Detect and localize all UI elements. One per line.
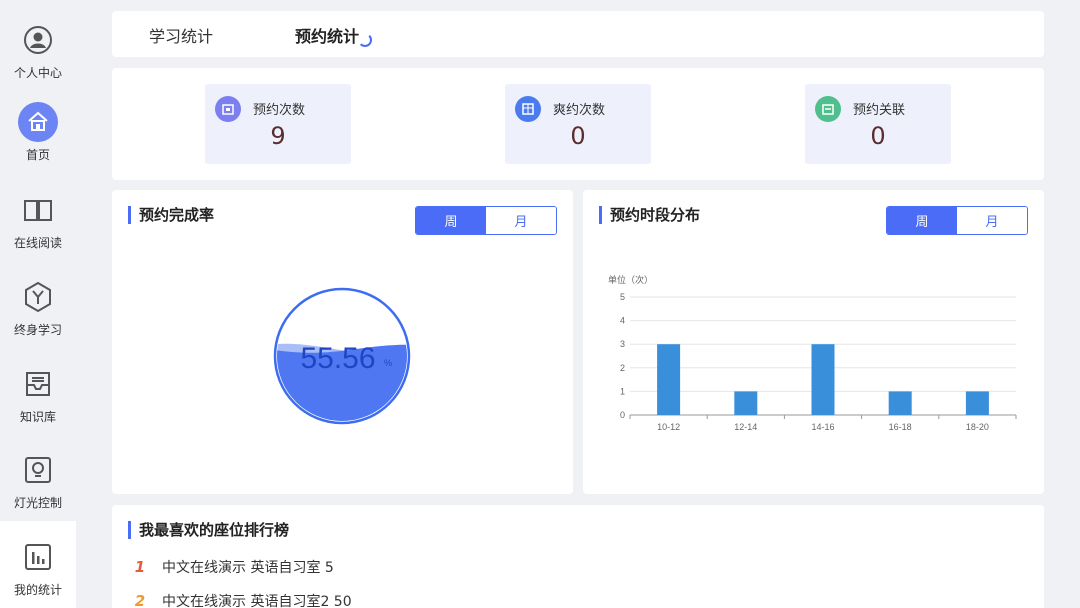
list-item[interactable]: 1 中文在线演示 英语自习室 5 (130, 557, 334, 577)
stat-title: 爽约次数 (553, 103, 606, 118)
stat-title: 预约次数 (253, 103, 306, 118)
book-icon (18, 190, 58, 230)
bar[interactable] (888, 391, 912, 415)
stats-summary: 预约次数 9 爽约次数 0 预约关联 0 (112, 68, 1044, 180)
learning-icon (18, 277, 58, 317)
sidebar: 个人中心 首页 在线阅读 终身学习 知识库 灯光控制 我的统计 (0, 0, 76, 608)
x-tick-label: 10-12 (657, 422, 680, 432)
stat-title: 预约关联 (853, 103, 906, 118)
time-distribution-panel: 预约时段分布 周 月 单位（次） 0 1 2 3 4 5 10-12 12-14 14-16 16… (583, 190, 1044, 494)
y-tick-label: 0 (620, 410, 625, 420)
sidebar-item-label: 在线阅读 (13, 236, 62, 250)
sidebar-item-my-stats[interactable]: 我的统计 (0, 521, 76, 608)
y-tick-label: 3 (620, 339, 625, 349)
seat-name: 中文在线演示 英语自习室2 50 (162, 594, 352, 608)
stat-no-show-count: 爽约次数 0 (505, 84, 651, 164)
rank-1-medal-icon: 1 (134, 558, 146, 576)
sidebar-item-knowledge-base[interactable]: 知识库 (0, 362, 76, 448)
list-item[interactable]: 2 中文在线演示 英语自习室2 50 (130, 591, 352, 608)
sidebar-item-personal-center[interactable]: 个人中心 (0, 18, 76, 104)
completion-rate-panel: 预约完成率 周 月 55.56 % (112, 190, 573, 494)
bar[interactable] (965, 391, 989, 415)
sidebar-item-lifelong-learning[interactable]: 终身学习 (0, 275, 76, 361)
rank-2-medal-icon: 2 (134, 592, 146, 608)
sidebar-item-label: 首页 (25, 148, 50, 162)
bar-chart-icon (18, 537, 58, 577)
sidebar-item-label: 我的统计 (13, 583, 62, 597)
bulb-icon (18, 450, 58, 490)
liquid-gauge: 55.56 % (273, 287, 411, 425)
loading-spinner-icon (358, 33, 372, 47)
knowledge-box-icon (18, 364, 58, 404)
sidebar-item-label: 个人中心 (13, 66, 62, 80)
stat-reservation-link: 预约关联 0 (805, 84, 951, 164)
x-tick-label: 12-14 (734, 422, 757, 432)
x-tick-label: 16-18 (889, 422, 912, 432)
tab-study-stats[interactable]: 学习统计 (149, 23, 213, 47)
tab-reservation-stats[interactable]: 预约统计 (295, 23, 359, 47)
stat-value: 0 (870, 122, 886, 150)
home-icon (18, 102, 58, 142)
bar[interactable] (657, 344, 681, 415)
bar[interactable] (811, 344, 835, 415)
y-axis-label: 单位（次） (608, 274, 653, 286)
user-icon (18, 20, 58, 60)
x-tick-label: 14-16 (811, 422, 834, 432)
time-distribution-chart: 单位（次） 0 1 2 3 4 5 10-12 12-14 14-16 16-18 18-20 (608, 274, 1017, 432)
sidebar-item-label: 灯光控制 (13, 496, 62, 510)
calendar-icon (215, 96, 241, 122)
panel-title: 我最喜欢的座位排行榜 (128, 521, 289, 539)
stat-value: 9 (270, 122, 286, 150)
y-tick-label: 2 (620, 363, 625, 373)
sidebar-item-label: 终身学习 (13, 323, 62, 337)
y-tick-label: 5 (620, 292, 625, 302)
stat-reservation-count: 预约次数 9 (205, 84, 351, 164)
seat-name: 中文在线演示 英语自习室 5 (162, 560, 334, 576)
gauge-unit: % (384, 358, 392, 368)
bar[interactable] (734, 391, 758, 415)
sidebar-item-online-reading[interactable]: 在线阅读 (0, 188, 76, 274)
grid-calendar-icon (515, 96, 541, 122)
stat-value: 0 (570, 122, 586, 150)
link-calendar-icon (815, 96, 841, 122)
y-tick-label: 4 (620, 316, 625, 326)
stats-tabs: 学习统计 预约统计 (112, 11, 1044, 57)
sidebar-item-home[interactable]: 首页 (0, 100, 76, 186)
favorite-seat-ranking: 我最喜欢的座位排行榜 1 中文在线演示 英语自习室 5 2 中文在线演示 英语自… (112, 505, 1044, 608)
sidebar-item-label: 知识库 (19, 410, 56, 424)
gauge-value: 55.56 (300, 342, 375, 375)
y-tick-label: 1 (620, 386, 625, 396)
x-tick-label: 18-20 (966, 422, 989, 432)
